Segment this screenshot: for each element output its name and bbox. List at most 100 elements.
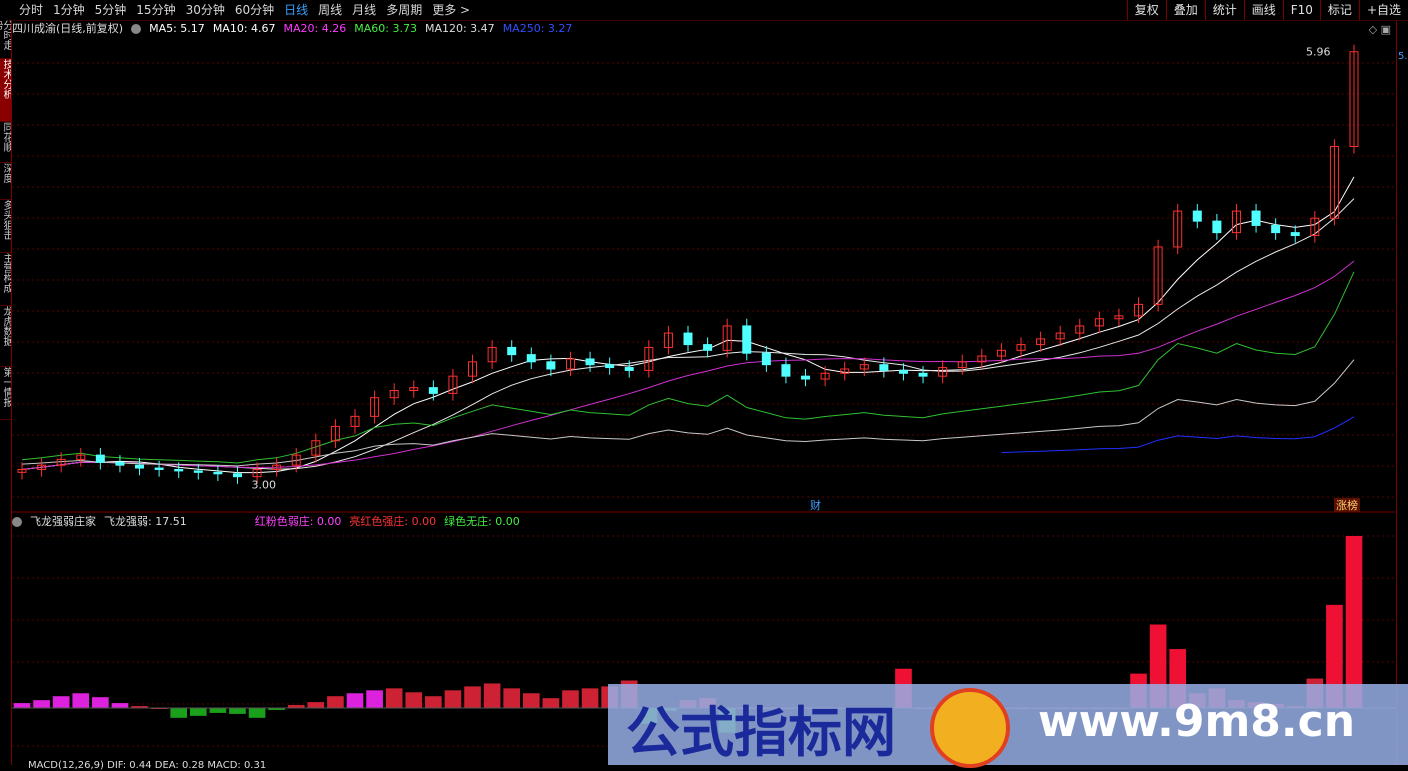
indicator-item: 绿色无庄: 0.00 bbox=[444, 515, 520, 528]
stock-title: 四川成渝(日线,前复权) bbox=[12, 22, 124, 35]
toolbar-button[interactable]: 画线 bbox=[1243, 0, 1283, 20]
indicator-bar bbox=[385, 688, 403, 708]
candle-body bbox=[703, 344, 713, 351]
kline-chart[interactable]: 5.96 3.00 财 涨榜 四川成渝(日线,前复权) MA5: 5.17 MA10: … bbox=[12, 21, 1395, 513]
indicator-bar bbox=[581, 688, 599, 708]
indicator-value: 飞龙强弱: 17.51 bbox=[104, 515, 187, 528]
toolbar-actions: 复权 叠加 统计 画线 F10 标记 +自选 bbox=[1126, 0, 1408, 20]
watermark-banner: 公式指标网 www.9m8.cn bbox=[608, 684, 1408, 768]
ma-value: MA5: 5.17 bbox=[149, 22, 205, 35]
candle-body bbox=[232, 473, 242, 478]
watermark-right-text: www.9m8.cn bbox=[1038, 696, 1356, 747]
indicator-bar bbox=[170, 708, 188, 718]
period-tab[interactable]: 30分钟 bbox=[181, 0, 230, 20]
candle-body bbox=[135, 464, 145, 469]
watermark-logo-icon bbox=[930, 688, 1010, 768]
ma-value: MA120: 3.47 bbox=[424, 22, 495, 35]
candle-body bbox=[174, 468, 184, 472]
indicator-bar bbox=[111, 703, 129, 708]
indicator-bar bbox=[327, 696, 344, 708]
sidebar-tab[interactable]: 第一情报 bbox=[0, 367, 11, 420]
indicator-settings-icon[interactable] bbox=[12, 517, 22, 527]
candle-body bbox=[918, 372, 928, 377]
candle-body bbox=[193, 470, 203, 473]
candle-body bbox=[154, 467, 164, 470]
indicator-items: 红粉色弱庄: 0.00 亮红色强庄: 0.00 绿色无庄: 0.00 bbox=[255, 514, 520, 530]
indicator-bar bbox=[464, 686, 481, 708]
candle-body bbox=[683, 332, 693, 346]
ma-value: MA10: 4.67 bbox=[212, 22, 276, 35]
toolbar-button[interactable]: 统计 bbox=[1204, 0, 1244, 20]
sidebar-tab[interactable]: 同花顺 bbox=[0, 122, 11, 163]
ma-values: MA5: 5.17 MA10: 4.67 MA20: 4.26 MA60: 3.73 M… bbox=[149, 21, 572, 37]
period-tab[interactable]: 分时 bbox=[14, 0, 48, 20]
zhangbang-marker: 涨榜 bbox=[1336, 498, 1358, 512]
indicator-bar bbox=[444, 690, 462, 708]
candle-body bbox=[213, 471, 223, 475]
indicator-bar bbox=[562, 690, 579, 708]
period-tab[interactable]: 5分钟 bbox=[90, 0, 132, 20]
toolbar-button[interactable]: 复权 bbox=[1126, 0, 1166, 20]
finance-marker: 财 bbox=[810, 498, 821, 512]
candle-body bbox=[781, 364, 791, 377]
candle-body bbox=[585, 358, 595, 366]
indicator-bar bbox=[307, 702, 325, 708]
indicator-bar bbox=[503, 688, 521, 708]
period-tabs: 分时 1分钟 5分钟 15分钟 30分钟 60分钟 日线 周线 月线 多周期 更多 > bbox=[14, 0, 475, 20]
watermark-left-text: 公式指标网 bbox=[626, 701, 896, 764]
indicator-bar bbox=[405, 692, 423, 708]
right-price-axis: 5. bbox=[1396, 21, 1408, 765]
indicator-item: 红粉色弱庄: 0.00 bbox=[254, 515, 342, 528]
macd-legend: MACD(12,26,9) DIF: 0.44 DEA: 0.28 MACD: … bbox=[28, 760, 267, 771]
candle-body bbox=[507, 346, 517, 356]
indicator-bar bbox=[522, 693, 540, 708]
sidebar-tab[interactable]: 龙虎数据 bbox=[0, 306, 11, 367]
candle-body bbox=[1251, 210, 1261, 226]
candle-body bbox=[801, 375, 811, 380]
ma-line bbox=[21, 176, 1355, 474]
candle-body bbox=[115, 461, 125, 466]
period-tab[interactable]: 1分钟 bbox=[48, 0, 90, 20]
chart-corner-icons[interactable]: ◇ ▣ bbox=[1369, 23, 1391, 36]
candle-body bbox=[879, 364, 889, 371]
indicator-item: 亮红色强庄: 0.00 bbox=[349, 515, 437, 528]
toolbar-button[interactable]: F10 bbox=[1282, 0, 1320, 20]
candle-body bbox=[624, 367, 634, 371]
candle-body bbox=[1192, 210, 1202, 222]
low-price-label: 3.00 bbox=[251, 479, 276, 492]
period-tab[interactable]: 15分钟 bbox=[131, 0, 180, 20]
toolbar-button[interactable]: 叠加 bbox=[1165, 0, 1205, 20]
candle-body bbox=[742, 325, 752, 354]
sidebar-tab[interactable]: 分时走势 bbox=[0, 20, 11, 59]
period-tab[interactable]: 多周期 bbox=[381, 0, 427, 20]
period-tab[interactable]: 月线 bbox=[347, 0, 381, 20]
candle-body bbox=[95, 454, 105, 463]
settings-circle-icon[interactable] bbox=[131, 24, 142, 34]
period-toolbar: 分时 1分钟 5分钟 15分钟 30分钟 60分钟 日线 周线 月线 多周期 更多 > 复权 叠加 统计… bbox=[0, 0, 1408, 21]
period-tab[interactable]: 日线 bbox=[279, 0, 313, 20]
indicator-bar bbox=[13, 703, 31, 708]
sidebar-tab[interactable]: 主营构成 bbox=[0, 253, 11, 306]
candle-body bbox=[546, 361, 556, 370]
period-tab[interactable]: 60分钟 bbox=[230, 0, 279, 20]
axis-price-label: 5. bbox=[1398, 51, 1408, 62]
indicator-bar bbox=[209, 708, 227, 713]
ma-legend: 四川成渝(日线,前复权) MA5: 5.17 MA10: 4.67 MA20: 4.… bbox=[12, 21, 572, 37]
indicator-bar bbox=[346, 693, 364, 708]
toolbar-button[interactable]: 标记 bbox=[1319, 0, 1359, 20]
sidebar-tab[interactable]: 技术分析 bbox=[0, 59, 11, 122]
candle-body bbox=[1271, 224, 1281, 234]
indicator-bar bbox=[33, 700, 50, 708]
period-tab[interactable]: 更多 > bbox=[427, 0, 475, 20]
sidebar-tab[interactable]: 多头狙击 bbox=[0, 200, 11, 253]
toolbar-button[interactable]: +自选 bbox=[1358, 0, 1408, 20]
indicator-bar bbox=[189, 708, 207, 716]
indicator-bar bbox=[52, 696, 70, 708]
indicator-bar bbox=[425, 696, 442, 708]
sidebar-tab[interactable]: 深度F9 bbox=[0, 163, 11, 200]
high-price-label: 5.96 bbox=[1306, 46, 1331, 59]
candle-body bbox=[526, 354, 536, 363]
indicator-bar bbox=[542, 698, 560, 708]
ma-value: MA60: 3.73 bbox=[354, 22, 417, 35]
period-tab[interactable]: 周线 bbox=[313, 0, 347, 20]
